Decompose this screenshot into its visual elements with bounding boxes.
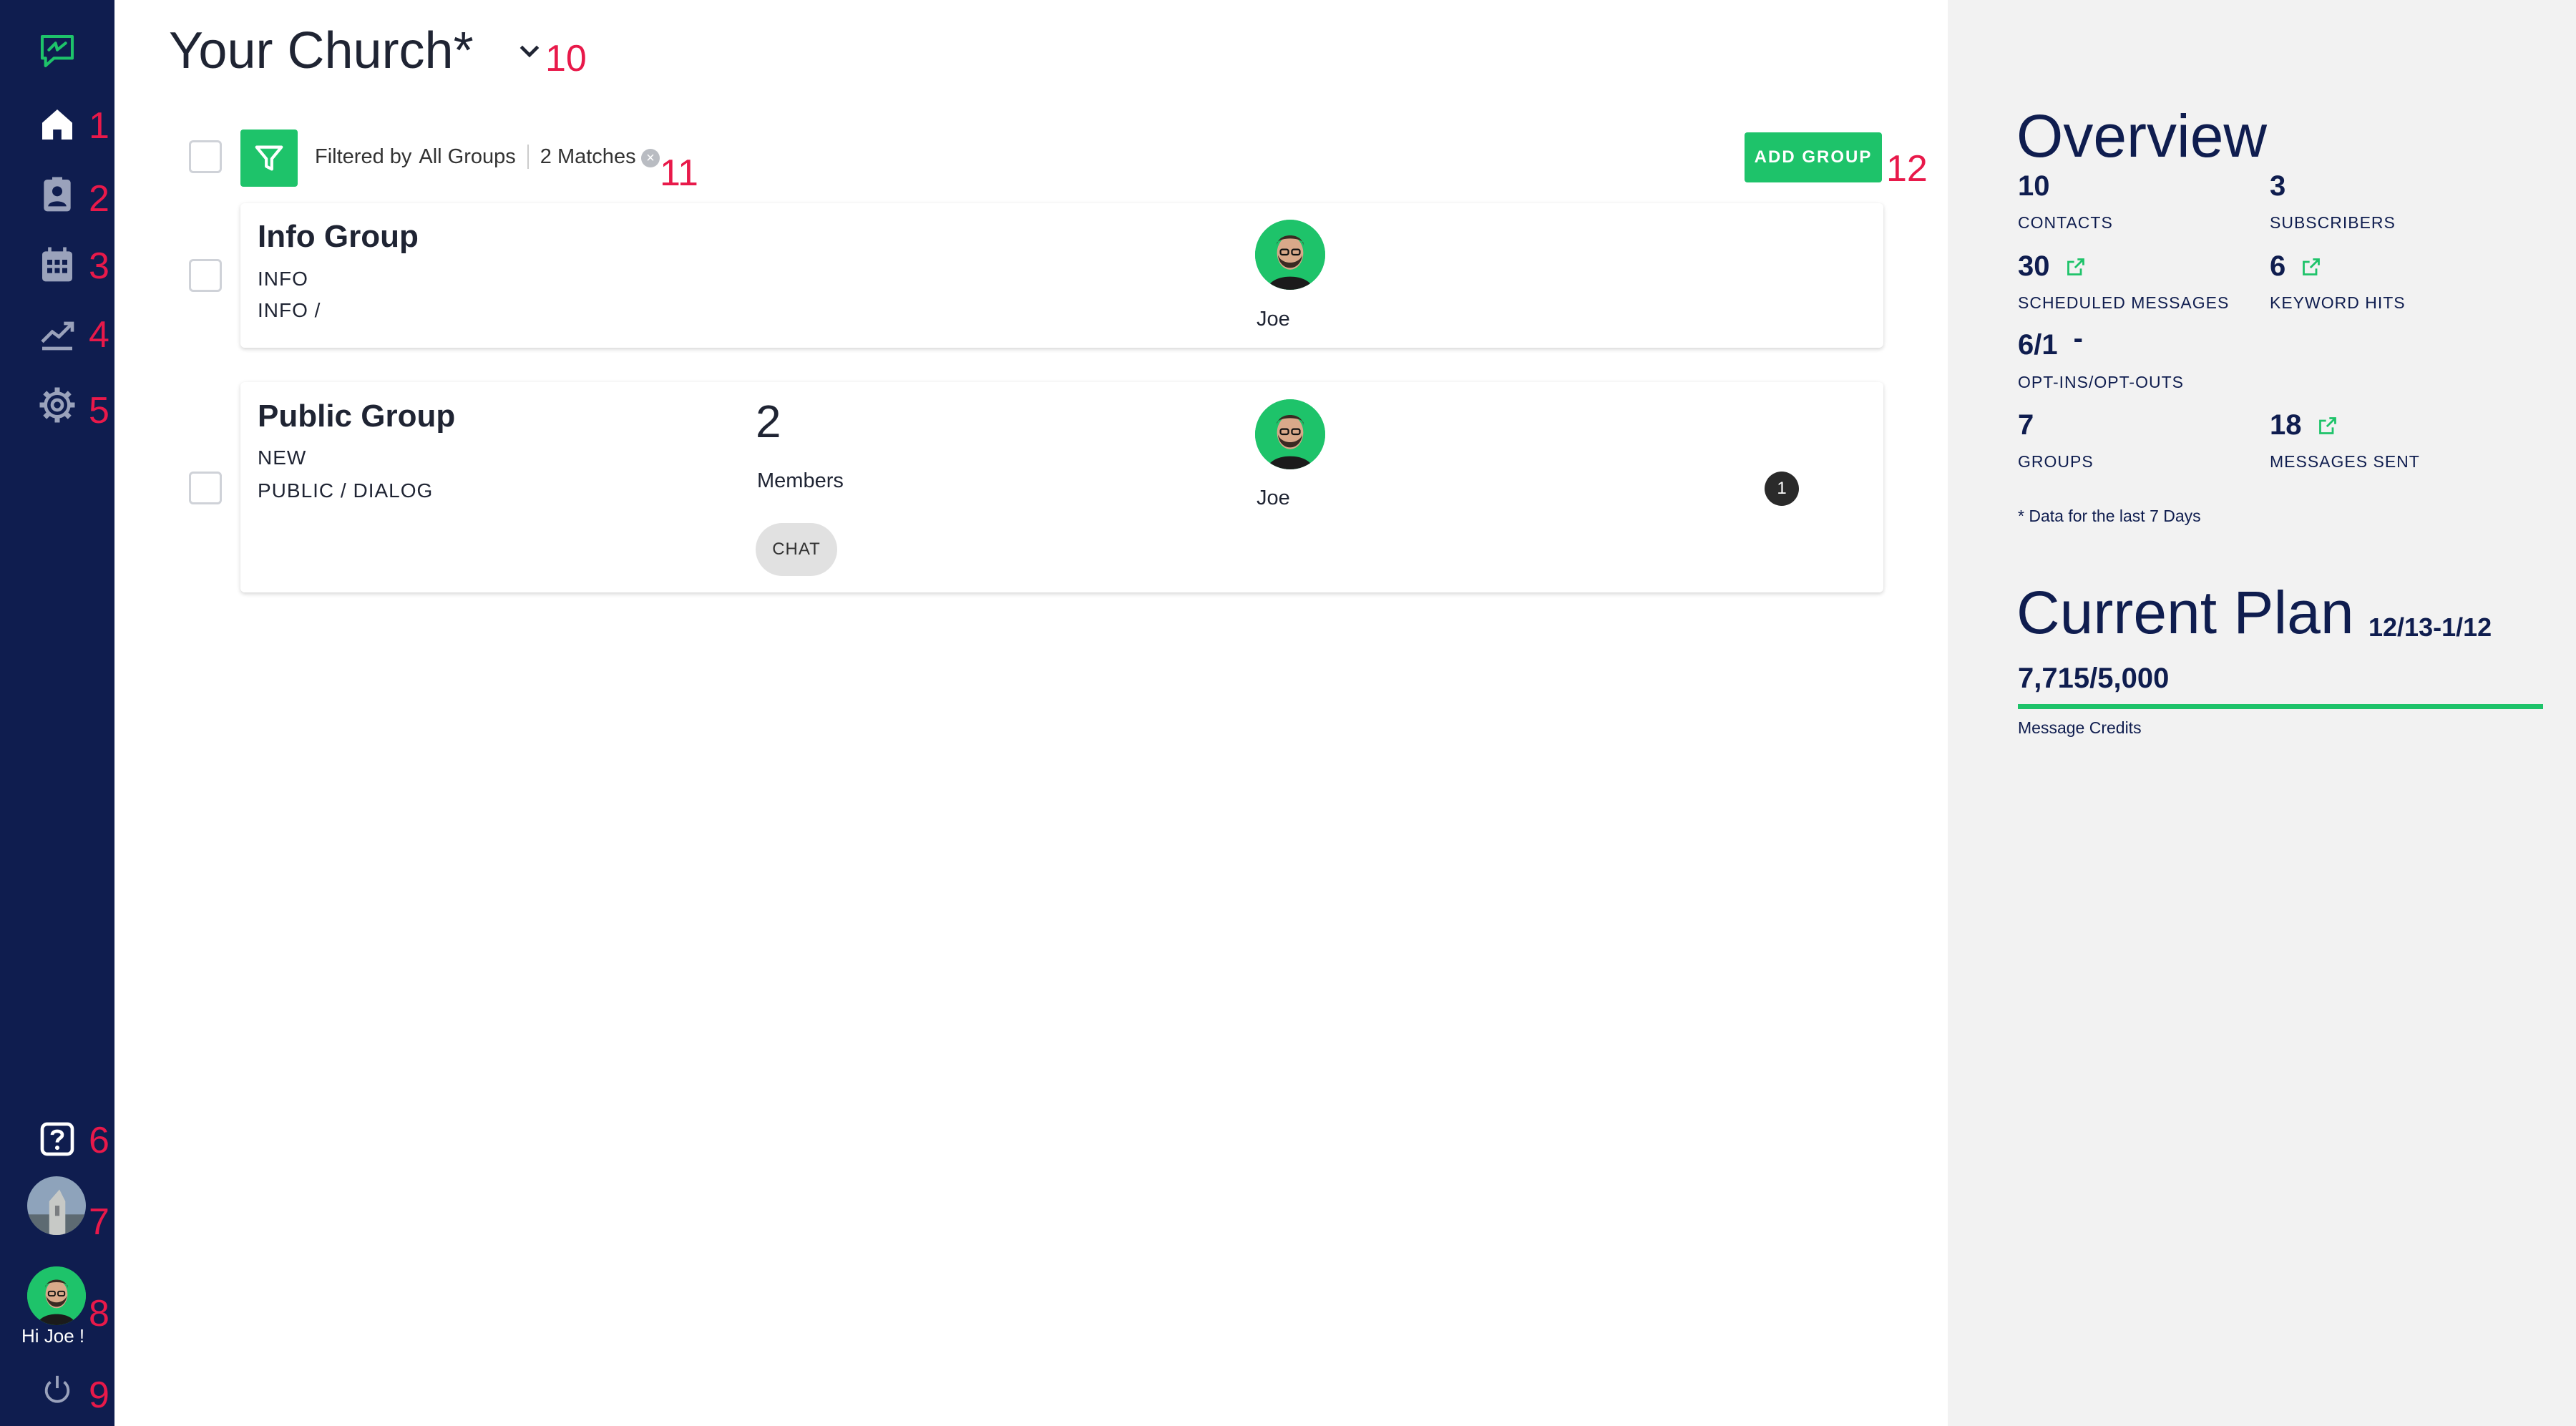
gear-icon[interactable] xyxy=(36,384,79,426)
group-checkbox[interactable] xyxy=(189,259,222,292)
opt-stat-value: 6/1- xyxy=(2018,323,2083,361)
subscribers-stat-label: SUBSCRIBERS xyxy=(2270,213,2396,232)
messages-sent-stat-value: 18 xyxy=(2270,409,2338,441)
power-icon[interactable] xyxy=(40,1372,74,1407)
contacts-icon[interactable] xyxy=(36,173,79,216)
group-path: INFO / xyxy=(258,299,321,321)
add-group-button[interactable]: ADD GROUP xyxy=(1745,132,1882,182)
annotation-5: 5 xyxy=(89,390,109,431)
credits-progress-fill xyxy=(2018,704,2543,709)
annotation-12: 12 xyxy=(1886,148,1928,190)
credits-progress-bar xyxy=(2018,704,2543,709)
user-avatar[interactable] xyxy=(27,1266,86,1325)
match-count: 2 Matches xyxy=(540,145,636,168)
annotation-6: 6 xyxy=(89,1120,109,1161)
contacts-stat-value: 10 xyxy=(2018,170,2050,202)
scheduled-stat-label: SCHEDULED MESSAGES xyxy=(2018,293,2230,312)
annotation-7: 7 xyxy=(89,1201,109,1243)
filter-value[interactable]: All Groups xyxy=(419,145,515,169)
member-count: 2 xyxy=(756,396,781,447)
annotation-4: 4 xyxy=(89,314,109,356)
chevron-down-icon[interactable] xyxy=(515,37,544,66)
opt-stat-suffix: - xyxy=(2073,323,2083,354)
filter-icon xyxy=(255,145,283,171)
members-label: Members xyxy=(757,469,844,492)
home-icon[interactable] xyxy=(36,103,79,146)
opt-stat-label: OPT-INS/OPT-OUTS xyxy=(2018,373,2184,391)
annotation-9: 9 xyxy=(89,1374,109,1416)
annotation-3: 3 xyxy=(89,245,109,287)
owner-avatar[interactable] xyxy=(1255,220,1325,290)
filter-summary: Filtered by All Groups 2 Matches xyxy=(315,145,636,169)
owner-name: Joe xyxy=(1257,487,1290,509)
user-greeting: Hi Joe ! xyxy=(21,1325,85,1347)
annotation-8: 8 xyxy=(89,1293,109,1334)
external-link-icon[interactable] xyxy=(2066,257,2086,277)
group-name[interactable]: Info Group xyxy=(258,219,419,255)
annotation-1: 1 xyxy=(89,105,109,147)
contacts-stat-label: CONTACTS xyxy=(2018,213,2113,232)
subscribers-stat-value: 3 xyxy=(2270,170,2286,202)
select-all-checkbox[interactable] xyxy=(189,140,222,173)
groups-stat-label: GROUPS xyxy=(2018,452,2094,471)
keyword-hits-stat-label: KEYWORD HITS xyxy=(2270,293,2406,312)
owner-avatar[interactable] xyxy=(1255,399,1325,469)
group-path: PUBLIC / DIALOG xyxy=(258,479,434,502)
annotation-11: 11 xyxy=(660,152,698,194)
page-title: Your Church* xyxy=(169,22,474,79)
chat-button[interactable]: CHAT xyxy=(756,523,837,576)
message-credits-value: 7,715/5,000 xyxy=(2018,663,2170,694)
analytics-icon[interactable] xyxy=(36,312,79,355)
owner-name: Joe xyxy=(1257,308,1290,331)
group-type: INFO xyxy=(258,268,308,290)
message-credits-label: Message Credits xyxy=(2018,718,2142,737)
help-icon[interactable] xyxy=(36,1118,79,1161)
group-checkbox[interactable] xyxy=(189,472,222,504)
data-range-note: * Data for the last 7 Days xyxy=(2018,507,2201,525)
external-link-icon[interactable] xyxy=(2301,257,2321,277)
scheduled-stat-value: 30 xyxy=(2018,250,2086,283)
group-name[interactable]: Public Group xyxy=(258,399,455,434)
unread-badge[interactable]: 1 xyxy=(1765,472,1799,506)
filtered-by-label: Filtered by xyxy=(315,145,412,168)
overview-title: Overview xyxy=(2016,102,2268,170)
groups-stat-value: 7 xyxy=(2018,409,2034,441)
current-plan-title: Current Plan xyxy=(2016,579,2354,646)
app-logo-icon[interactable] xyxy=(29,23,86,80)
clear-filter-icon[interactable]: × xyxy=(641,149,660,167)
calendar-icon[interactable] xyxy=(36,243,79,286)
plan-date-range: 12/13-1/12 xyxy=(2368,612,2492,642)
group-card[interactable] xyxy=(240,382,1883,592)
keyword-hits-stat-value: 6 xyxy=(2270,250,2321,283)
divider xyxy=(527,145,529,169)
messages-sent-stat-label: MESSAGES SENT xyxy=(2270,452,2420,471)
annotation-10: 10 xyxy=(545,38,587,79)
group-card[interactable] xyxy=(240,203,1883,348)
organization-avatar[interactable] xyxy=(27,1176,86,1235)
group-type: NEW xyxy=(258,446,307,469)
external-link-icon[interactable] xyxy=(2318,416,2338,436)
filter-button[interactable] xyxy=(240,130,298,187)
annotation-2: 2 xyxy=(89,178,109,220)
